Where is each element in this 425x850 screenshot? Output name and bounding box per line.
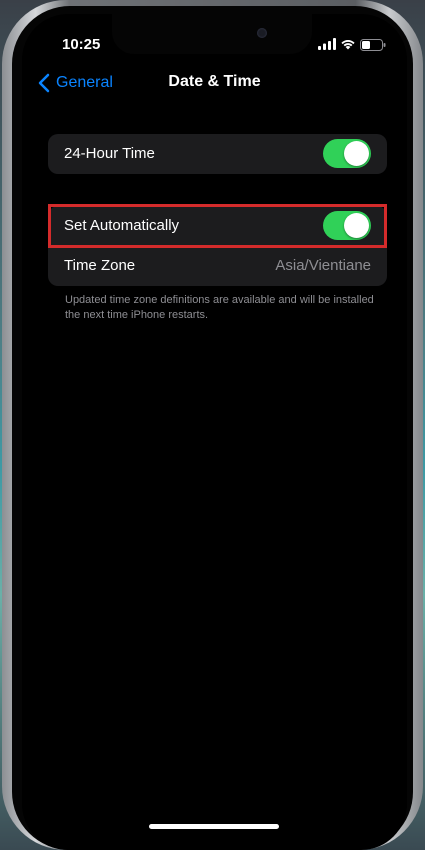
page-title: Date & Time — [168, 73, 261, 90]
row-set-automatically: Set Automatically — [48, 206, 387, 246]
toggle-knob — [344, 141, 369, 166]
home-indicator[interactable] — [149, 824, 279, 829]
settings-group-time-format: 24-Hour Time — [48, 134, 387, 174]
toggle-set-automatically[interactable] — [323, 211, 371, 240]
toggle-24-hour-time[interactable] — [323, 139, 371, 168]
toggle-knob — [344, 213, 369, 238]
time-zone-value: Asia/Vientiane — [275, 257, 371, 274]
status-time: 10:25 — [62, 36, 101, 53]
phone-screen: 10:25 General Date & Time 24-Hour Time S… — [22, 14, 407, 850]
time-zone-footer-note: Updated time zone definitions are availa… — [65, 294, 374, 321]
settings-group-time-zone: Set Automatically Time Zone Asia/Vientia… — [48, 206, 387, 286]
notch — [112, 14, 312, 54]
row-time-zone[interactable]: Time Zone Asia/Vientiane — [48, 246, 387, 286]
wifi-icon — [341, 40, 355, 50]
row-label-set-automatically: Set Automatically — [64, 217, 180, 234]
row-label-24-hour-time: 24-Hour Time — [64, 145, 155, 162]
battery-icon — [360, 39, 386, 51]
row-24-hour-time: 24-Hour Time — [48, 134, 387, 174]
status-icons — [318, 38, 388, 52]
front-camera-icon — [257, 28, 267, 38]
signal-icon — [318, 38, 336, 50]
row-label-time-zone: Time Zone — [64, 257, 136, 274]
